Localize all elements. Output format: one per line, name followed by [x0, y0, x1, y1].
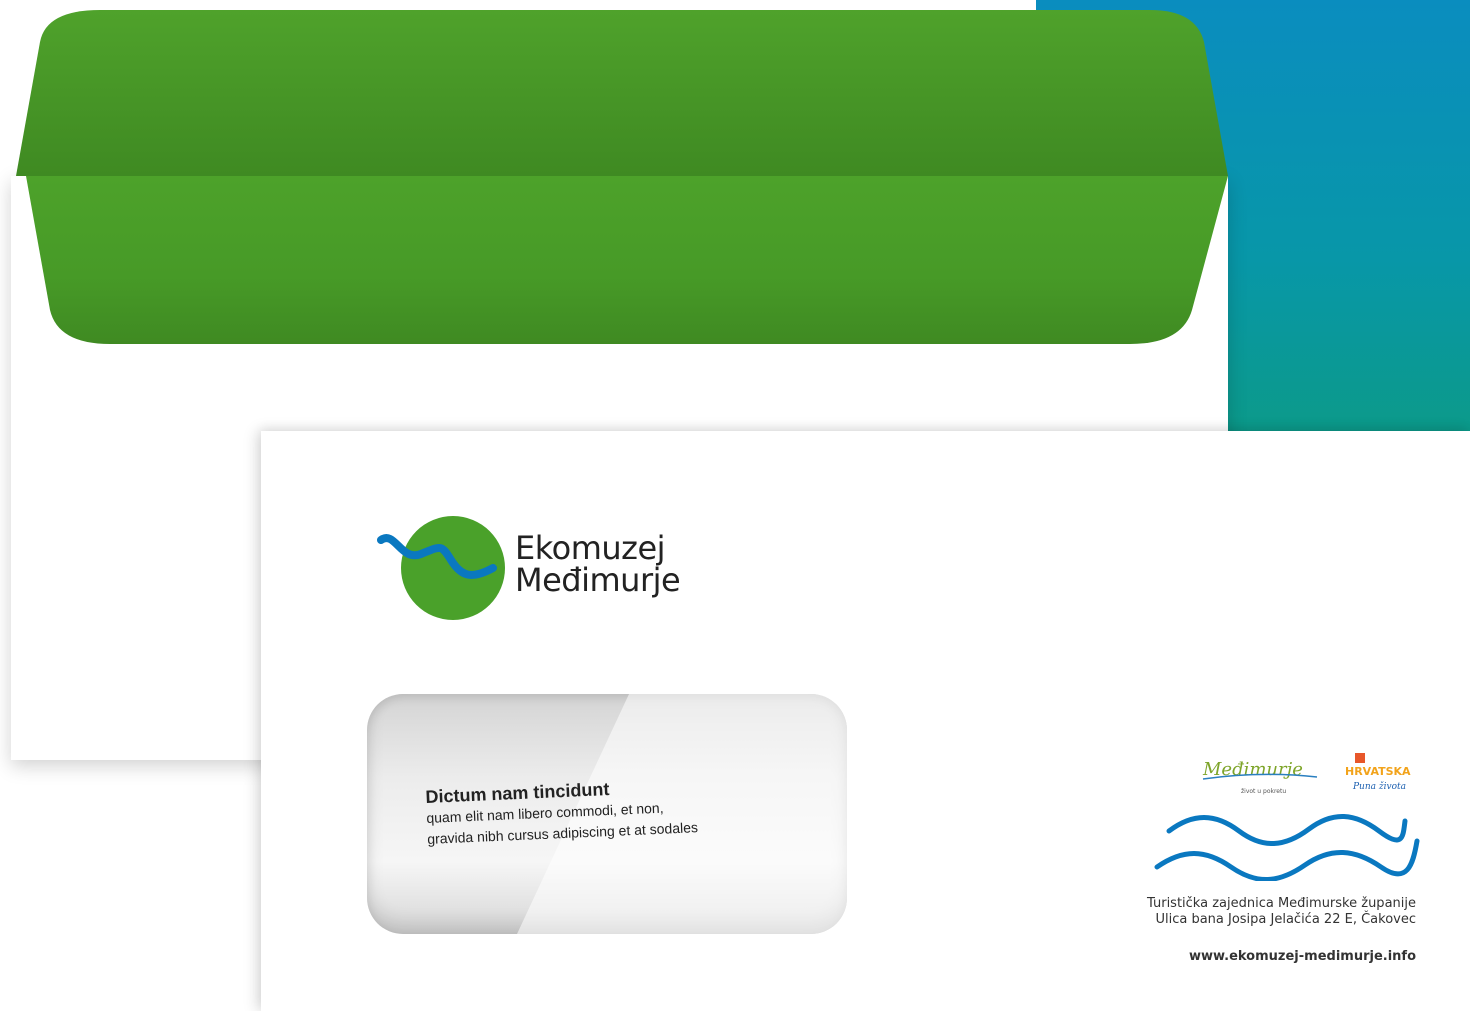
sender-organization: Turistička zajednica Međimurske županije	[1147, 896, 1416, 911]
hrvatska-logo: HRVATSKA	[1345, 765, 1411, 778]
medimurje-tagline: život u pokretu	[1241, 788, 1286, 795]
hrvatska-tagline: Puna života	[1352, 781, 1406, 792]
sender-website: www.ekomuzej-medimurje.info	[1188, 949, 1416, 964]
sender-street: Ulica bana Josipa Jelačića 22 E, Čakovec	[1155, 912, 1416, 927]
recipient-address: Dictum nam tincidunt quam elit nam liber…	[425, 774, 698, 850]
logo-line-2: Međimurje	[515, 561, 681, 599]
address-window: Dictum nam tincidunt quam elit nam liber…	[367, 694, 847, 934]
envelope-front: Ekomuzej Međimurje Dictum nam tincidunt …	[261, 431, 1470, 1011]
ekomuzej-logo: Ekomuzej Međimurje	[377, 514, 717, 624]
logo-line-1: Ekomuzej	[515, 529, 666, 567]
wave-icon	[1154, 814, 1420, 881]
envelope-flap	[16, 10, 1228, 344]
partner-logos: Međimurje život u pokretu HRVATSKA Puna …	[1202, 753, 1411, 795]
logo-wordmark: Ekomuzej Međimurje	[515, 529, 681, 599]
sender-address: Turistička zajednica Međimurske županije…	[1147, 896, 1416, 928]
ekomuzej-logo-mark	[377, 516, 505, 620]
